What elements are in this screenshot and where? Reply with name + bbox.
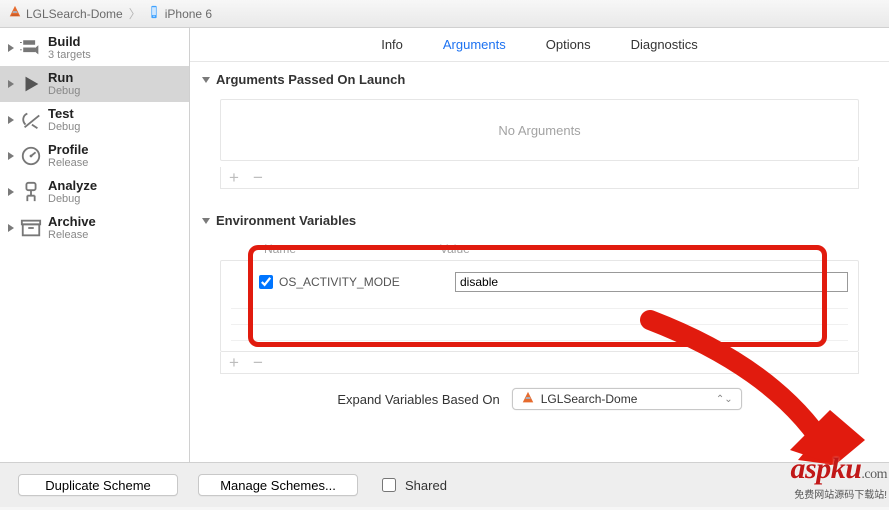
sidebar-item-label: Archive — [48, 215, 96, 229]
breadcrumb-app[interactable]: LGLSearch-Dome — [8, 5, 123, 22]
sidebar-item-label: Profile — [48, 143, 88, 157]
device-icon — [147, 5, 161, 22]
main-content: Info Arguments Options Diagnostics Argum… — [190, 28, 889, 462]
tab-info[interactable]: Info — [381, 37, 403, 52]
sidebar-item-sublabel: Debug — [48, 121, 80, 133]
env-add-remove: + − — [220, 352, 859, 374]
test-icon — [20, 109, 42, 131]
sidebar-item-label: Run — [48, 71, 80, 85]
sidebar-item-sublabel: Debug — [48, 85, 80, 97]
analyze-icon — [20, 181, 42, 203]
env-variable-row[interactable]: OS_ACTIVITY_MODE — [255, 271, 848, 293]
disclosure-down-icon — [202, 77, 210, 83]
disclosure-icon — [8, 224, 14, 232]
chevron-right-icon: 〉 — [129, 5, 141, 22]
env-variables-list: OS_ACTIVITY_MODE — [220, 260, 859, 352]
env-row-value-input[interactable] — [455, 272, 848, 292]
breadcrumb-target-label: iPhone 6 — [165, 7, 212, 21]
bottom-bar: Duplicate Scheme Manage Schemes... Share… — [0, 463, 889, 507]
tab-diagnostics[interactable]: Diagnostics — [631, 37, 698, 52]
scheme-phase-sidebar: Build 3 targets Run Debug Test Debug — [0, 28, 190, 462]
disclosure-icon — [8, 44, 14, 52]
shared-checkbox[interactable] — [382, 478, 396, 492]
env-row-name[interactable]: OS_ACTIVITY_MODE — [279, 275, 455, 289]
sidebar-item-sublabel: Debug — [48, 193, 97, 205]
remove-button[interactable]: − — [253, 354, 263, 371]
sidebar-item-sublabel: Release — [48, 157, 88, 169]
app-icon — [521, 391, 535, 408]
tab-options[interactable]: Options — [546, 37, 591, 52]
add-button[interactable]: + — [229, 354, 239, 371]
env-table-header: Name Value — [220, 238, 859, 260]
manage-schemes-button[interactable]: Manage Schemes... — [198, 474, 358, 496]
chevron-updown-icon: ⌃⌄ — [716, 394, 733, 405]
disclosure-down-icon — [202, 218, 210, 224]
disclosure-icon — [8, 116, 14, 124]
disclosure-icon — [8, 80, 14, 88]
sidebar-item-test[interactable]: Test Debug — [0, 102, 189, 138]
col-header-name: Name — [264, 242, 440, 256]
duplicate-scheme-button[interactable]: Duplicate Scheme — [18, 474, 178, 496]
run-icon — [20, 73, 42, 95]
shared-checkbox-wrap[interactable]: Shared — [378, 475, 447, 495]
section-title: Arguments Passed On Launch — [216, 72, 405, 87]
sidebar-item-label: Test — [48, 107, 80, 121]
sidebar-item-sublabel: 3 targets — [48, 49, 91, 61]
env-empty-rows — [231, 293, 848, 341]
arguments-list-empty: No Arguments — [220, 99, 859, 161]
sidebar-item-sublabel: Release — [48, 229, 96, 241]
sidebar-item-run[interactable]: Run Debug — [0, 66, 189, 102]
sidebar-item-profile[interactable]: Profile Release — [0, 138, 189, 174]
app-icon — [8, 5, 22, 22]
section-arguments-header[interactable]: Arguments Passed On Launch — [190, 62, 889, 93]
sidebar-item-label: Analyze — [48, 179, 97, 193]
shared-label: Shared — [405, 478, 447, 493]
expand-variables-value: LGLSearch-Dome — [541, 392, 638, 406]
tab-arguments[interactable]: Arguments — [443, 37, 506, 52]
breadcrumb-app-label: LGLSearch-Dome — [26, 7, 123, 21]
breadcrumb-target[interactable]: iPhone 6 — [147, 5, 212, 22]
sidebar-item-analyze[interactable]: Analyze Debug — [0, 174, 189, 210]
arguments-add-remove: + − — [220, 167, 859, 189]
tab-bar: Info Arguments Options Diagnostics — [190, 28, 889, 62]
section-title: Environment Variables — [216, 213, 356, 228]
section-env-header[interactable]: Environment Variables — [190, 203, 889, 234]
col-header-value: Value — [440, 242, 859, 256]
env-row-checkbox[interactable] — [259, 275, 273, 289]
expand-variables-row: Expand Variables Based On LGLSearch-Dome… — [190, 374, 889, 418]
sidebar-item-label: Build — [48, 35, 91, 49]
expand-variables-label: Expand Variables Based On — [337, 392, 499, 407]
scheme-breadcrumb[interactable]: LGLSearch-Dome 〉 iPhone 6 — [0, 0, 889, 28]
build-icon — [20, 37, 42, 59]
expand-variables-select[interactable]: LGLSearch-Dome ⌃⌄ — [512, 388, 742, 410]
remove-button[interactable]: − — [253, 169, 263, 186]
empty-placeholder: No Arguments — [498, 123, 580, 138]
sidebar-item-build[interactable]: Build 3 targets — [0, 30, 189, 66]
profile-icon — [20, 145, 42, 167]
disclosure-icon — [8, 152, 14, 160]
disclosure-icon — [8, 188, 14, 196]
archive-icon — [20, 217, 42, 239]
add-button[interactable]: + — [229, 169, 239, 186]
sidebar-item-archive[interactable]: Archive Release — [0, 210, 189, 246]
